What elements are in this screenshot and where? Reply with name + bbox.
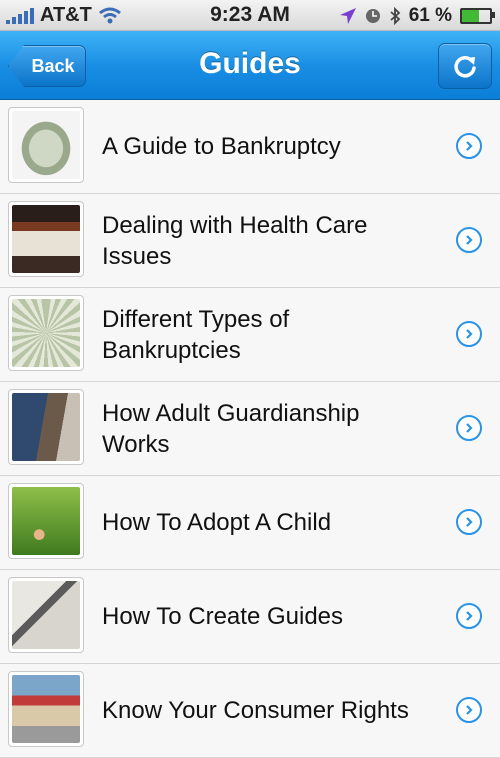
chevron-right-icon[interactable] (456, 133, 482, 159)
chevron-right-icon[interactable] (456, 603, 482, 629)
list-item[interactable]: Know Your Consumer Rights (0, 664, 500, 758)
status-right: 61 % (339, 5, 495, 27)
money-fan-thumbnail (8, 295, 84, 371)
refresh-button[interactable] (438, 43, 492, 89)
medicine-bottles-thumbnail (8, 201, 84, 277)
list-item-label: Know Your Consumer Rights (102, 697, 409, 724)
list-item-label: How Adult Guardianship Works (102, 399, 360, 458)
chevron-right-icon[interactable] (456, 415, 482, 441)
list-item[interactable]: A Guide to Bankruptcy (0, 100, 500, 194)
list-item[interactable]: Dealing with Health Care Issues (0, 194, 500, 288)
child-on-grass-thumbnail (8, 483, 84, 559)
people-meeting-thumbnail (8, 389, 84, 465)
location-arrow-icon (339, 8, 356, 24)
bluetooth-icon (390, 7, 401, 25)
chevron-right-icon[interactable] (456, 321, 482, 347)
chevron-right-icon[interactable] (456, 697, 482, 723)
list-item-label: A Guide to Bankruptcy (102, 133, 341, 160)
list-item-label: How To Create Guides (102, 603, 344, 630)
page-title: Guides (199, 47, 301, 80)
shopping-cart-thumbnail (8, 671, 84, 747)
list-item[interactable]: How Adult Guardianship Works (0, 382, 500, 476)
battery-icon (460, 8, 495, 24)
list-item-label: Different Types of Bankruptcies (102, 305, 290, 364)
list-item-label: Dealing with Health Care Issues (102, 211, 368, 270)
list-item[interactable]: How To Adopt A Child (0, 476, 500, 570)
battery-percent: 61 % (408, 5, 452, 26)
clock-icon (365, 9, 380, 23)
list-item-label: How To Adopt A Child (102, 509, 332, 536)
chevron-right-icon[interactable] (456, 509, 482, 535)
navigation-bar: Back Guides (0, 31, 500, 100)
guides-list: A Guide to Bankruptcy Dealing with Healt… (0, 100, 500, 758)
chevron-right-icon[interactable] (456, 227, 482, 253)
money-stack-thumbnail (8, 107, 84, 183)
refresh-icon (454, 56, 476, 78)
list-item[interactable]: Different Types of Bankruptcies (0, 288, 500, 382)
spiral-notebook-pen-thumbnail (8, 577, 84, 653)
list-item[interactable]: How To Create Guides (0, 570, 500, 664)
status-bar: AT&T 9:23 AM 61 % (0, 0, 500, 31)
